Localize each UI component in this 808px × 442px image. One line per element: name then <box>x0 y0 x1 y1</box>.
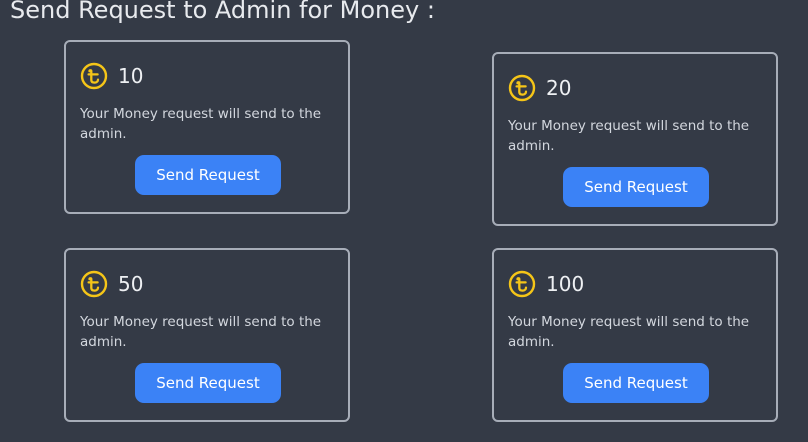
taka-coin-icon <box>80 62 108 90</box>
page-title: Send Request to Admin for Money : <box>10 0 435 24</box>
request-description: Your Money request will send to the admi… <box>80 314 322 350</box>
taka-coin-icon <box>508 74 536 102</box>
request-card-10: 10 Your Money request will send to the a… <box>64 40 350 214</box>
request-description: Your Money request will send to the admi… <box>508 314 750 350</box>
card-header: 100 <box>508 270 584 298</box>
send-request-button[interactable]: Send Request <box>563 167 709 207</box>
amount-value: 50 <box>118 272 144 296</box>
send-request-button[interactable]: Send Request <box>135 155 281 195</box>
request-card-100: 100 Your Money request will send to the … <box>492 248 778 422</box>
card-header: 50 <box>80 270 143 298</box>
send-request-button[interactable]: Send Request <box>135 363 281 403</box>
amount-value: 10 <box>118 64 144 88</box>
taka-coin-icon <box>508 270 536 298</box>
send-request-button[interactable]: Send Request <box>563 363 709 403</box>
card-header: 20 <box>508 74 571 102</box>
request-description: Your Money request will send to the admi… <box>508 118 750 154</box>
amount-value: 20 <box>546 76 572 100</box>
request-card-50: 50 Your Money request will send to the a… <box>64 248 350 422</box>
request-card-20: 20 Your Money request will send to the a… <box>492 52 778 226</box>
request-description: Your Money request will send to the admi… <box>80 106 322 142</box>
taka-coin-icon <box>80 270 108 298</box>
amount-value: 100 <box>546 272 585 296</box>
card-header: 10 <box>80 62 143 90</box>
